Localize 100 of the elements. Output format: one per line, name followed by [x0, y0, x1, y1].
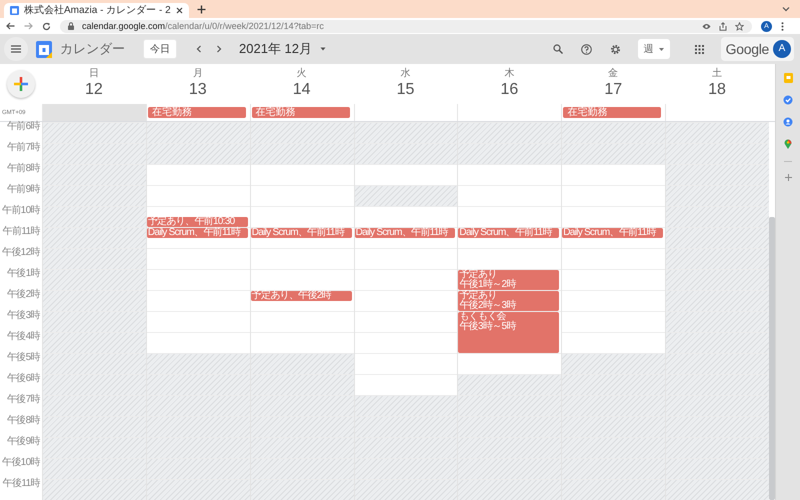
note-icon[interactable] — [784, 73, 792, 83]
time-slot[interactable] — [250, 122, 354, 143]
event[interactable]: Daily Scrum、午前11時 — [250, 228, 352, 238]
map-pin-icon[interactable] — [784, 139, 792, 149]
account-chip[interactable]: Google A — [720, 37, 794, 61]
today-button[interactable]: 今日 — [143, 39, 177, 59]
settings-icon[interactable] — [610, 44, 621, 54]
all-day-cell[interactable] — [42, 104, 146, 121]
chevron-left-icon[interactable] — [196, 45, 202, 53]
time-slot[interactable] — [43, 227, 146, 248]
time-slot[interactable] — [250, 374, 354, 395]
date-number[interactable]: 16 — [500, 81, 518, 99]
time-slot[interactable] — [43, 332, 146, 353]
time-slot[interactable] — [666, 479, 769, 500]
time-slot[interactable] — [43, 269, 146, 290]
event[interactable]: 予定あり、午後2時 — [250, 291, 352, 301]
back-arrow-icon[interactable] — [6, 22, 15, 30]
time-slot[interactable] — [43, 248, 146, 269]
help-icon[interactable] — [580, 44, 592, 54]
time-slot[interactable] — [562, 353, 666, 374]
time-slot[interactable] — [666, 227, 769, 248]
time-slot[interactable] — [562, 122, 666, 143]
time-slot[interactable] — [562, 143, 666, 164]
event[interactable]: Daily Scrum、午前11時 — [146, 228, 248, 238]
date-number[interactable]: 13 — [188, 81, 207, 99]
time-slot[interactable] — [250, 353, 354, 374]
time-slot[interactable] — [146, 353, 250, 374]
time-slot[interactable] — [250, 143, 354, 164]
time-slot[interactable] — [666, 122, 769, 143]
time-slot[interactable] — [146, 143, 250, 164]
all-day-cell[interactable]: 在宅勤務 — [561, 104, 666, 121]
time-slot[interactable] — [354, 122, 458, 143]
close-icon[interactable] — [176, 7, 183, 14]
time-slot[interactable] — [354, 143, 458, 164]
date-number[interactable]: 17 — [604, 81, 622, 99]
event[interactable]: Daily Scrum、午前11時 — [354, 228, 456, 238]
time-slot[interactable] — [666, 248, 769, 269]
person-icon[interactable] — [783, 117, 793, 127]
time-slot[interactable] — [43, 122, 146, 143]
time-slot[interactable] — [354, 395, 458, 416]
account-avatar[interactable]: A — [773, 40, 791, 58]
date-number[interactable]: 15 — [396, 81, 414, 99]
time-slot[interactable] — [43, 458, 146, 479]
date-number[interactable]: 14 — [292, 81, 311, 99]
time-slot[interactable] — [666, 143, 769, 164]
time-slot[interactable] — [43, 374, 146, 395]
plus-icon[interactable] — [196, 4, 206, 14]
time-slot[interactable] — [666, 311, 769, 332]
time-slot[interactable] — [43, 353, 146, 374]
time-slot[interactable] — [458, 143, 562, 164]
browser-tab[interactable]: 株式会社Amazia - カレンダー - 2 — [4, 3, 189, 18]
time-slot[interactable] — [43, 185, 146, 206]
check-circle-icon[interactable] — [783, 95, 793, 105]
event[interactable]: Daily Scrum、午前11時 — [458, 228, 560, 238]
menu-button[interactable] — [4, 37, 28, 61]
time-slot[interactable] — [43, 290, 146, 311]
time-slot[interactable] — [666, 458, 769, 479]
time-slot[interactable] — [458, 395, 562, 416]
all-day-cell[interactable]: 在宅勤務 — [146, 104, 250, 121]
time-slot[interactable] — [666, 437, 769, 458]
time-slot[interactable] — [666, 164, 769, 185]
time-slot[interactable] — [666, 185, 769, 206]
star-icon[interactable] — [735, 22, 744, 30]
all-day-event[interactable]: 在宅勤務 — [252, 107, 350, 118]
time-slot[interactable] — [666, 395, 769, 416]
time-slot[interactable] — [43, 143, 146, 164]
address-bar[interactable]: calendar.google.com/calendar/u/0/r/week/2021/12/14?tab=rc — [60, 20, 752, 32]
time-slot[interactable] — [666, 206, 769, 227]
time-slot[interactable] — [562, 374, 666, 395]
date-number[interactable]: 12 — [85, 81, 103, 99]
kebab-menu-icon[interactable] — [781, 22, 784, 30]
event[interactable]: Daily Scrum、午前11時 — [562, 228, 664, 238]
time-slot[interactable] — [43, 416, 146, 437]
time-slot[interactable] — [43, 479, 146, 500]
time-slot[interactable] — [250, 395, 354, 416]
share-icon[interactable] — [719, 22, 727, 30]
date-number[interactable]: 18 — [708, 81, 726, 99]
time-slot[interactable] — [43, 206, 146, 227]
time-slot[interactable] — [666, 416, 769, 437]
create-button[interactable] — [7, 70, 35, 98]
time-slot[interactable] — [666, 290, 769, 311]
reload-icon[interactable] — [42, 22, 51, 30]
apps-grid-icon[interactable] — [694, 44, 704, 54]
time-slot[interactable] — [354, 185, 458, 206]
all-day-event[interactable]: 在宅勤務 — [563, 107, 662, 118]
view-dropdown[interactable]: 週 — [638, 39, 670, 59]
time-slot[interactable] — [146, 122, 250, 143]
chevron-right-icon[interactable] — [216, 45, 222, 53]
search-icon[interactable] — [552, 44, 563, 54]
time-slot[interactable] — [43, 164, 146, 185]
eye-icon[interactable] — [702, 22, 711, 30]
caret-down-icon[interactable] — [320, 47, 326, 51]
chevron-down-icon[interactable] — [782, 6, 790, 12]
all-day-cell[interactable]: 在宅勤務 — [250, 104, 354, 121]
time-slot[interactable] — [666, 374, 769, 395]
time-slot[interactable] — [458, 374, 562, 395]
time-slot[interactable] — [666, 269, 769, 290]
forward-arrow-icon[interactable] — [24, 22, 33, 30]
time-slot[interactable] — [43, 437, 146, 458]
time-slot[interactable] — [666, 332, 769, 353]
